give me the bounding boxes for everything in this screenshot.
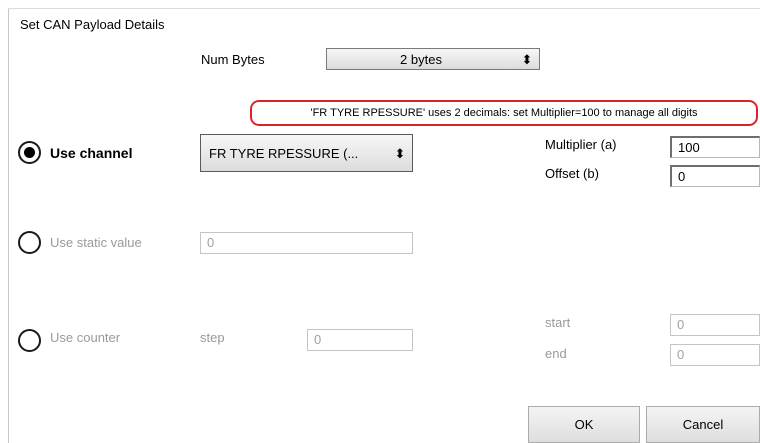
use-counter-radio[interactable] xyxy=(18,329,41,352)
offset-input[interactable]: 0 xyxy=(670,165,760,187)
start-label: start xyxy=(545,315,571,330)
num-bytes-label: Num Bytes xyxy=(201,52,265,67)
step-label: step xyxy=(200,330,225,345)
multiplier-label: Multiplier (a) xyxy=(545,137,617,152)
up-down-arrows-icon: ⬍ xyxy=(394,145,406,161)
channel-select[interactable]: FR TYRE RPESSURE (... ⬍ xyxy=(200,134,413,172)
up-down-arrows-icon: ⬍ xyxy=(521,51,533,67)
multiplier-notice: 'FR TYRE RPESSURE' uses 2 decimals: set … xyxy=(250,100,758,126)
offset-label: Offset (b) xyxy=(545,166,599,181)
cancel-button[interactable]: Cancel xyxy=(646,406,760,443)
use-channel-label: Use channel xyxy=(50,145,133,161)
use-static-value-label: Use static value xyxy=(50,235,142,250)
end-label: end xyxy=(545,346,567,361)
use-channel-radio[interactable] xyxy=(18,141,41,164)
num-bytes-select[interactable]: 2 bytes ⬍ xyxy=(326,48,540,70)
notice-text: 'FR TYRE RPESSURE' uses 2 decimals: set … xyxy=(310,107,698,119)
end-input[interactable]: 0 xyxy=(670,344,760,366)
dialog-frame-left xyxy=(8,8,9,443)
start-input[interactable]: 0 xyxy=(670,314,760,336)
step-input[interactable]: 0 xyxy=(307,329,413,351)
static-value-input[interactable]: 0 xyxy=(200,232,413,254)
use-counter-label: Use counter xyxy=(50,330,121,345)
dialog-title: Set CAN Payload Details xyxy=(20,17,165,32)
ok-button[interactable]: OK xyxy=(528,406,640,443)
use-static-value-radio[interactable] xyxy=(18,231,41,254)
dialog-frame-top xyxy=(8,8,760,9)
channel-select-value: FR TYRE RPESSURE (... xyxy=(209,145,359,161)
multiplier-input[interactable]: 100 xyxy=(670,136,760,158)
num-bytes-value: 2 bytes xyxy=(400,51,442,67)
